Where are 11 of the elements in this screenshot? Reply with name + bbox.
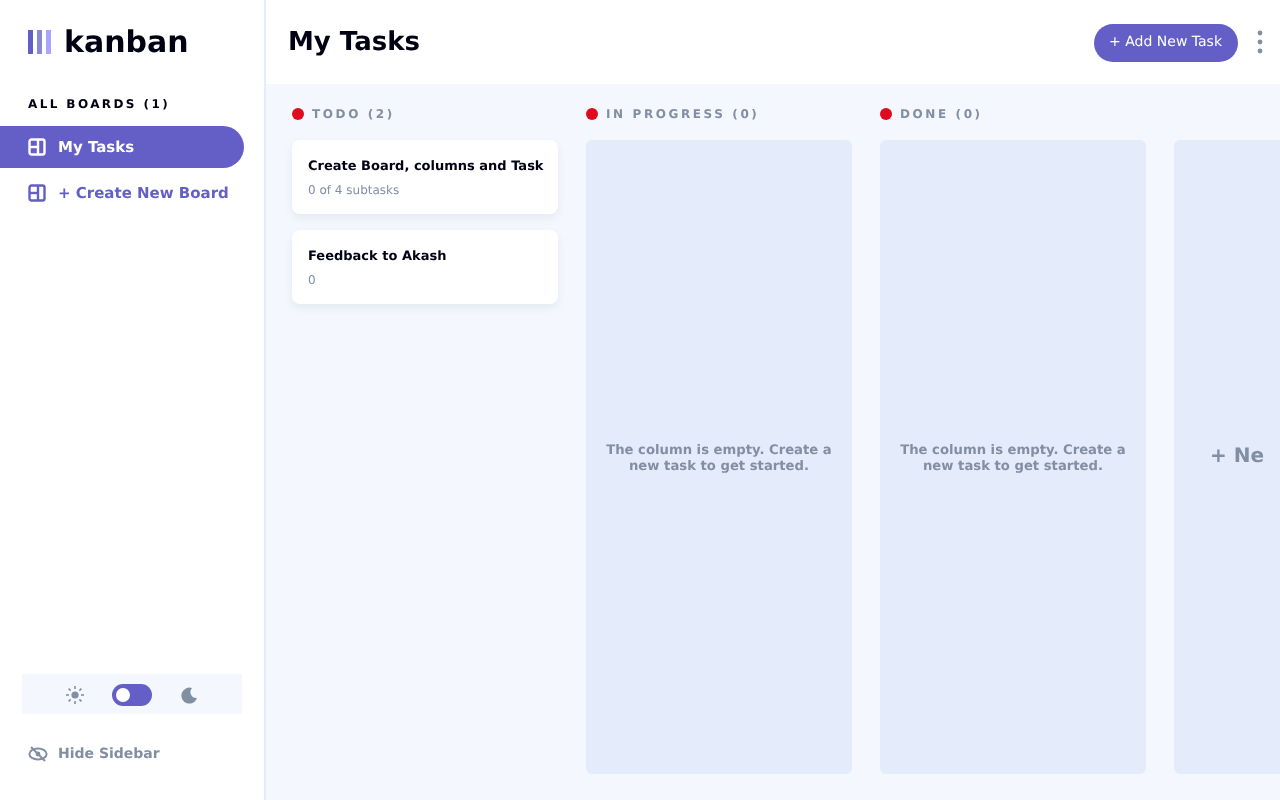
more-icon <box>1256 30 1264 54</box>
new-column-button[interactable]: + Ne <box>1174 140 1280 774</box>
logo-icon <box>28 30 52 54</box>
board-title: My Tasks <box>288 27 421 57</box>
board-icon <box>28 138 46 156</box>
board-icon <box>28 184 46 202</box>
sun-icon <box>66 685 84 703</box>
logo-text: kanban <box>64 24 189 60</box>
moon-icon <box>180 685 198 703</box>
theme-toggle[interactable] <box>112 683 152 705</box>
eye-slash-icon <box>28 746 48 762</box>
